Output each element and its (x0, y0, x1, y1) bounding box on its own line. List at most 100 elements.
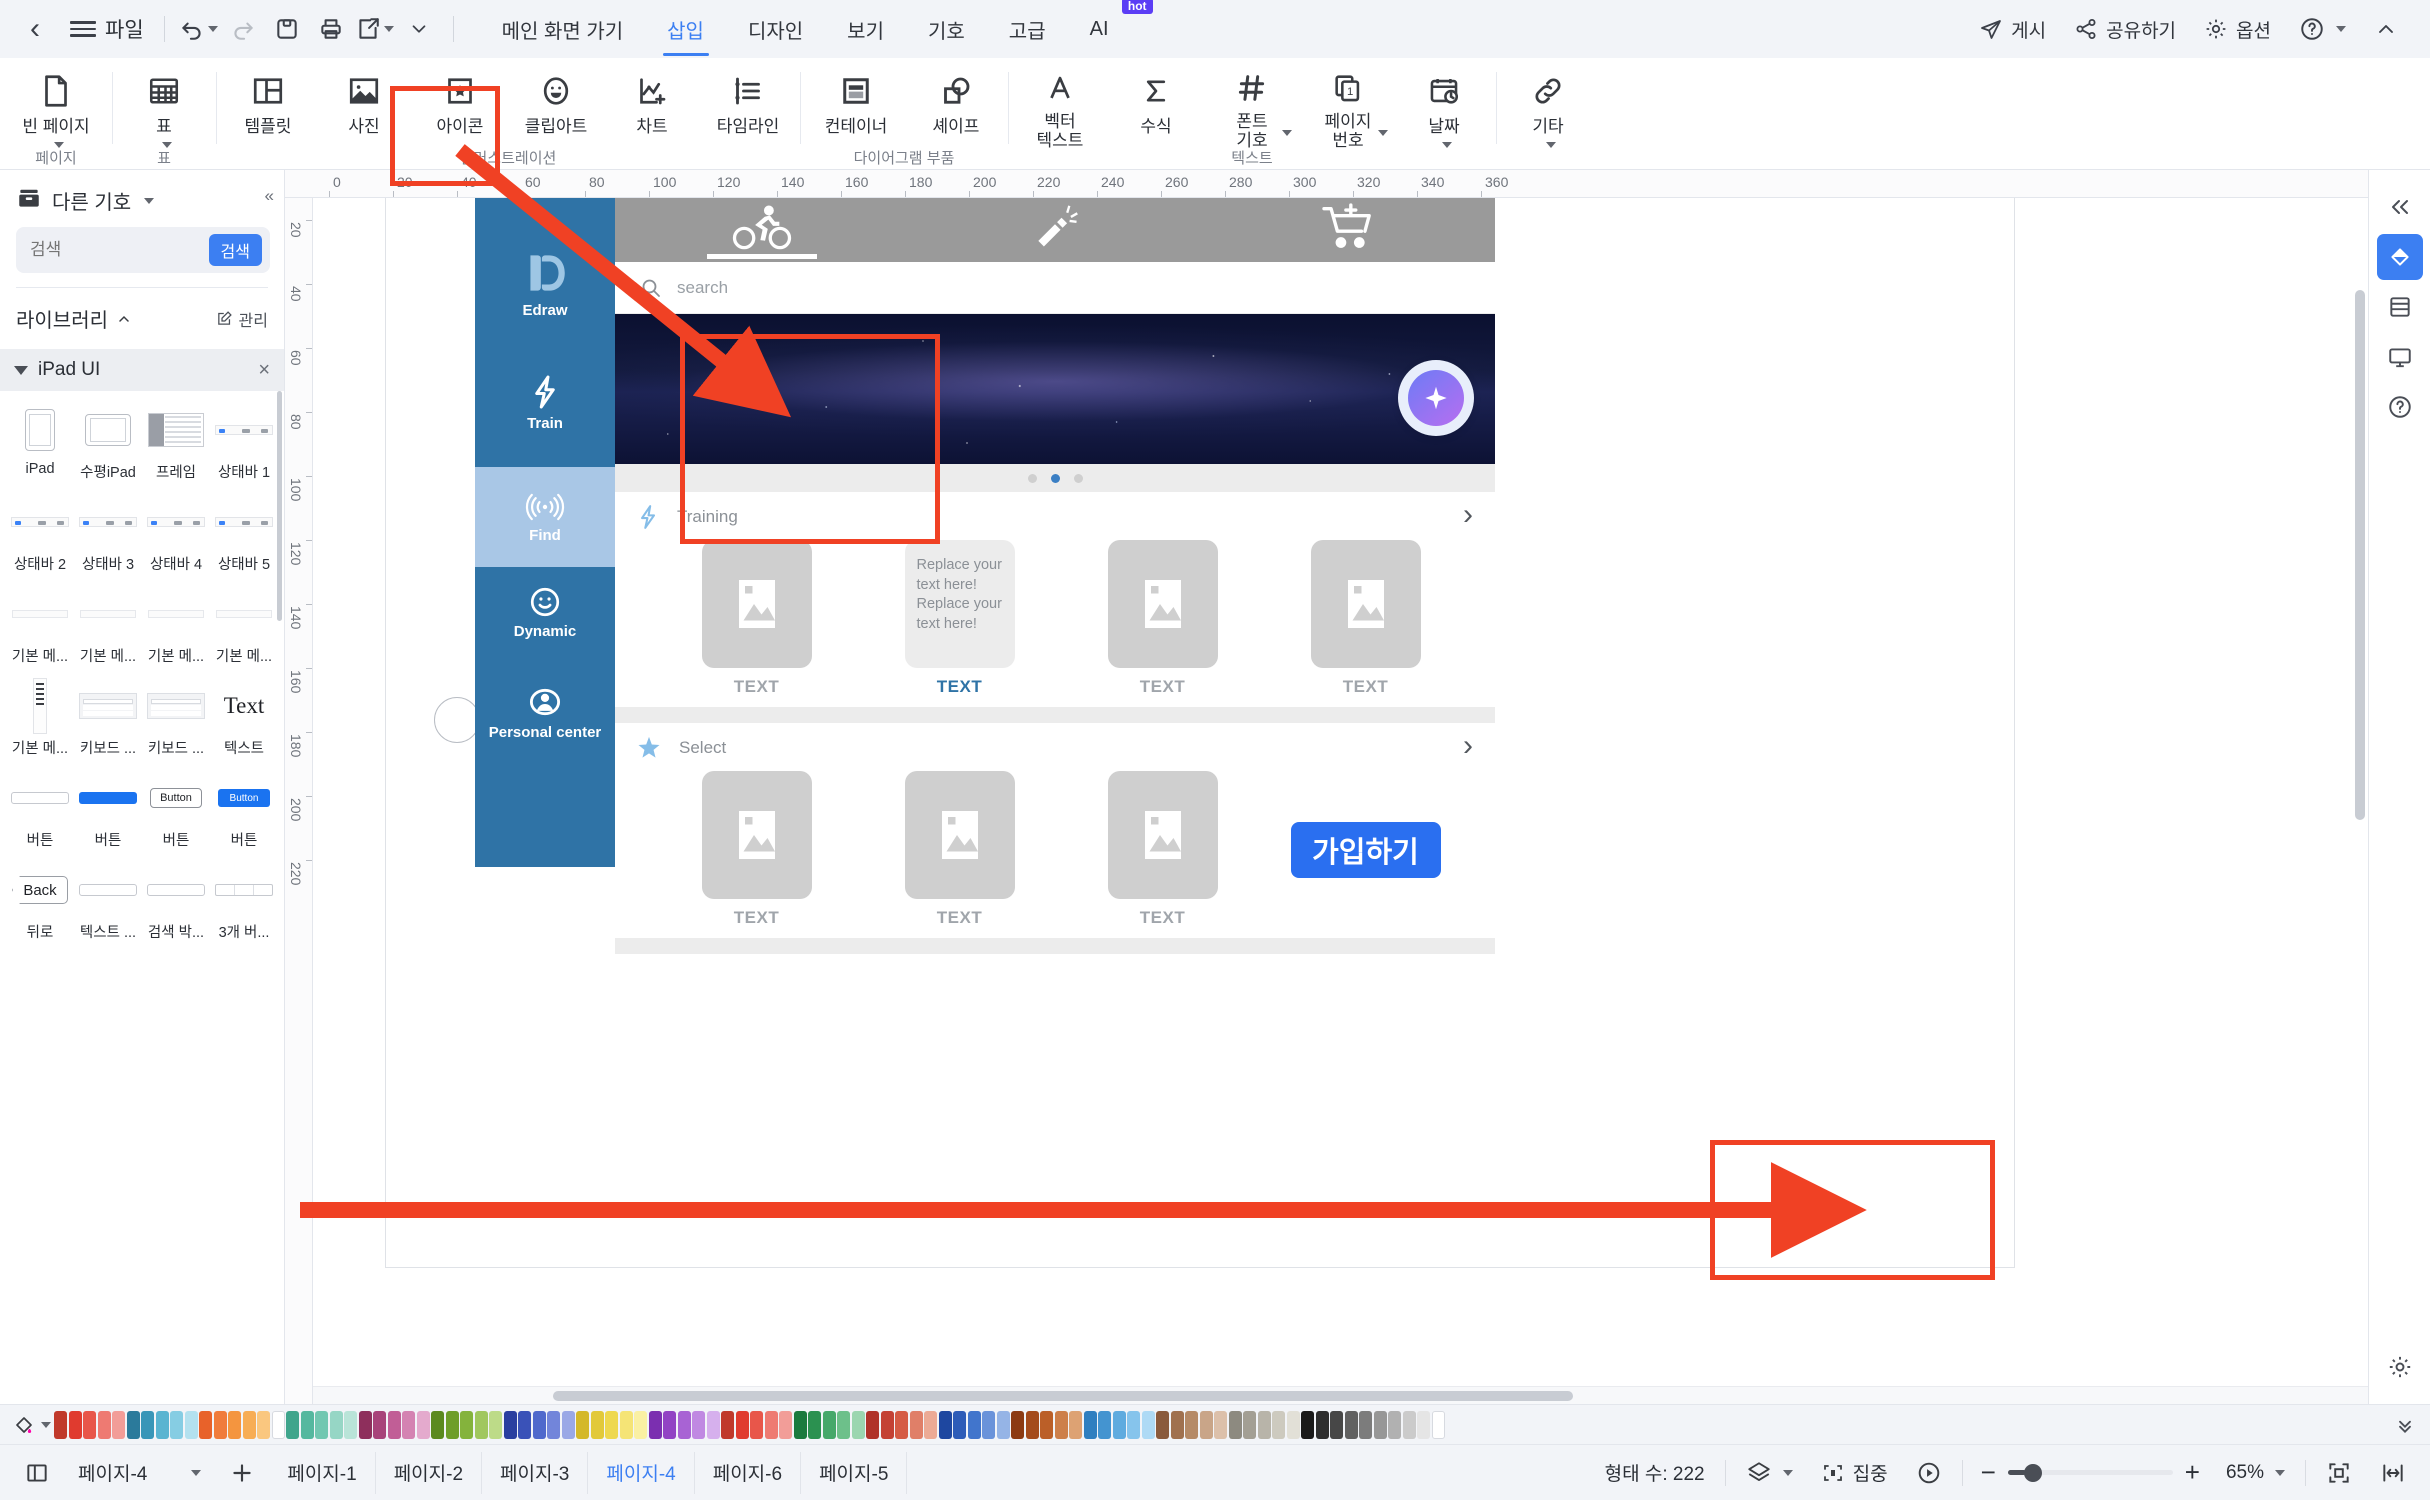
share-button[interactable]: 공유하기 (2062, 9, 2188, 49)
search-button[interactable]: 검색 (208, 234, 262, 266)
color-swatch[interactable] (1301, 1410, 1314, 1439)
color-swatches[interactable] (54, 1410, 2388, 1440)
color-swatch[interactable] (344, 1410, 357, 1439)
color-swatch[interactable] (315, 1410, 328, 1439)
publish-button[interactable]: 게시 (1967, 9, 2058, 49)
color-swatch[interactable] (1243, 1410, 1256, 1439)
tab-insert[interactable]: 삽입 (645, 0, 726, 58)
template-button[interactable]: 템플릿 (220, 58, 316, 150)
layers-button[interactable] (1732, 1453, 1807, 1493)
tab-design[interactable]: 디자인 (726, 0, 825, 58)
color-swatch[interactable] (735, 1410, 749, 1439)
tab-view[interactable]: 보기 (825, 0, 906, 58)
chevron-right-icon[interactable]: › (1463, 498, 1473, 532)
color-swatch[interactable] (561, 1410, 575, 1439)
color-swatch[interactable] (257, 1410, 270, 1439)
library-item[interactable]: 기본 메... (210, 585, 278, 677)
carousel-dot[interactable] (1027, 473, 1037, 483)
color-swatch[interactable] (97, 1410, 111, 1439)
color-swatch[interactable] (619, 1410, 633, 1439)
zoom-slider[interactable] (2007, 1463, 2173, 1483)
color-swatch[interactable] (416, 1410, 430, 1439)
zoom-in-button[interactable]: + (2173, 1453, 2212, 1493)
mockup-hero-banner[interactable] (615, 314, 1495, 464)
timeline-button[interactable]: 타임라인 (700, 58, 796, 150)
color-swatch[interactable] (1257, 1410, 1271, 1439)
color-swatch[interactable] (329, 1410, 343, 1439)
mockup-sidebar-item-personal-center[interactable]: Personal center (475, 657, 615, 767)
color-swatch[interactable] (445, 1410, 459, 1439)
color-swatch[interactable] (213, 1410, 227, 1439)
chevron-right-icon[interactable]: › (1463, 729, 1473, 763)
library-item[interactable]: iPad (6, 401, 74, 493)
library-item[interactable]: 상태바 2 (6, 493, 74, 585)
library-item[interactable]: Text 텍스트 (210, 677, 278, 769)
mockup-signup-card[interactable]: 가입하기 (1264, 771, 1467, 928)
color-swatch[interactable] (54, 1410, 67, 1439)
carousel-dot[interactable] (1073, 473, 1083, 483)
color-swatch[interactable] (532, 1410, 546, 1439)
color-swatch[interactable] (1388, 1410, 1401, 1439)
color-swatch[interactable] (924, 1410, 937, 1439)
color-swatch[interactable] (808, 1410, 821, 1439)
color-swatch[interactable] (1112, 1410, 1126, 1439)
file-menu-button[interactable]: 파일 (62, 9, 152, 49)
color-swatch[interactable] (1141, 1410, 1155, 1439)
color-swatch[interactable] (996, 1410, 1010, 1439)
page-tab-4[interactable]: 페이지-4 (588, 1451, 695, 1494)
clipart-button[interactable]: 클립아트 (508, 58, 604, 150)
color-swatch[interactable] (1214, 1410, 1227, 1439)
color-swatch[interactable] (866, 1410, 879, 1439)
color-swatch[interactable] (721, 1410, 734, 1439)
fill-style-panel-button[interactable] (2376, 234, 2423, 280)
color-swatch[interactable] (967, 1410, 981, 1439)
color-swatch[interactable] (938, 1410, 952, 1439)
color-swatch[interactable] (228, 1410, 241, 1439)
mockup-search-bar[interactable]: search (615, 262, 1495, 314)
color-swatch[interactable] (1315, 1410, 1329, 1439)
library-item[interactable]: 상태바 5 (210, 493, 278, 585)
options-button[interactable]: 옵션 (2192, 9, 2283, 49)
back-icon[interactable]: ‹ (14, 8, 56, 50)
color-swatch[interactable] (1025, 1410, 1039, 1439)
color-swatch[interactable] (706, 1410, 720, 1439)
mockup-card[interactable]: TEXT (1061, 771, 1264, 928)
ai-assistant-button[interactable] (1398, 360, 1474, 436)
color-swatch[interactable] (764, 1410, 778, 1439)
library-item[interactable]: 수평iPad (74, 401, 142, 493)
color-swatch[interactable] (155, 1410, 169, 1439)
color-swatch[interactable] (1127, 1410, 1140, 1439)
color-swatch[interactable] (837, 1410, 850, 1439)
color-swatch[interactable] (779, 1410, 792, 1439)
page-tab-6[interactable]: 페이지-6 (695, 1451, 802, 1494)
color-swatch[interactable] (199, 1410, 212, 1439)
library-item[interactable]: 기본 메... (6, 585, 74, 677)
color-swatch[interactable] (750, 1410, 763, 1439)
color-swatch[interactable] (184, 1410, 198, 1439)
page-tab-1[interactable]: 페이지-1 (269, 1451, 376, 1494)
color-swatch[interactable] (387, 1410, 401, 1439)
tab-home[interactable]: 메인 화면 가기 (480, 0, 646, 58)
mockup-card[interactable]: TEXT (1061, 540, 1264, 697)
color-swatch[interactable] (1098, 1410, 1111, 1439)
formula-button[interactable]: 수식 (1108, 58, 1204, 150)
color-swatch[interactable] (1431, 1410, 1445, 1439)
ipad-ui-mockup[interactable]: Edraw Train Find Dynamic Personal center… (475, 198, 1495, 954)
shape-button[interactable]: 셰이프 (908, 58, 1004, 150)
color-swatch[interactable] (431, 1410, 444, 1439)
library-item[interactable]: 버튼 (6, 769, 74, 861)
carousel-dot-active[interactable] (1050, 473, 1060, 483)
color-swatch[interactable] (286, 1410, 299, 1439)
chevron-down-icon[interactable] (191, 1469, 202, 1476)
canvas-vertical-scrollbar[interactable] (2355, 290, 2365, 820)
fit-page-button[interactable] (2312, 1453, 2366, 1493)
mockup-sidebar-item-dynamic[interactable]: Dynamic (475, 567, 615, 657)
chevron-down-icon[interactable] (2275, 1469, 2285, 1476)
tab-advanced[interactable]: 고급 (987, 0, 1068, 58)
color-swatch[interactable] (503, 1410, 517, 1439)
color-swatch[interactable] (634, 1410, 647, 1439)
color-swatch[interactable] (663, 1410, 676, 1439)
mockup-topnav-cyclist[interactable] (615, 198, 908, 262)
picture-button[interactable]: 사진 (316, 58, 412, 150)
color-swatch[interactable] (242, 1410, 256, 1439)
